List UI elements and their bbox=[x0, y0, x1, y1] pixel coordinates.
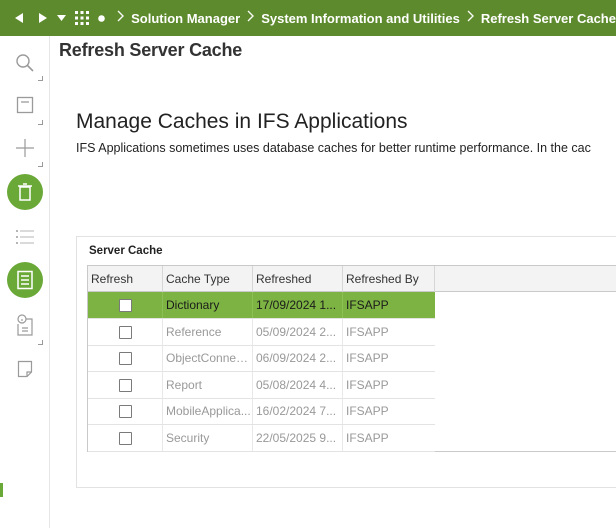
save-button[interactable] bbox=[6, 86, 44, 124]
refresh-cell bbox=[88, 345, 163, 371]
notes-button[interactable] bbox=[6, 350, 44, 388]
trash-icon bbox=[18, 183, 32, 201]
cache-type-cell[interactable]: ObjectConnec... bbox=[163, 345, 253, 371]
page-title: Refresh Server Cache bbox=[59, 40, 243, 60]
dot-icon[interactable] bbox=[94, 0, 110, 36]
cache-type-cell[interactable]: Reference bbox=[163, 318, 253, 345]
column-header-cache-type[interactable]: Cache Type bbox=[163, 266, 253, 292]
refresh-checkbox[interactable] bbox=[119, 299, 132, 312]
details-button[interactable] bbox=[7, 262, 43, 298]
refreshed-by-cell[interactable]: IFSAPP bbox=[343, 292, 435, 318]
plus-icon bbox=[16, 139, 34, 157]
arrow-left-icon[interactable] bbox=[6, 0, 32, 36]
server-cache-group: Server Cache Refresh Cache Type Refreshe… bbox=[76, 236, 616, 488]
note-icon bbox=[17, 360, 33, 378]
refreshed-by-cell[interactable]: IFSAPP bbox=[343, 372, 435, 398]
refreshed-cell[interactable]: 22/05/2025 9... bbox=[253, 424, 343, 451]
refresh-cell bbox=[88, 424, 163, 451]
refreshed-cell[interactable]: 05/08/2024 4... bbox=[253, 371, 343, 398]
chevron-right-icon bbox=[247, 9, 255, 27]
list-button[interactable] bbox=[6, 218, 44, 256]
refreshed-cell[interactable]: 06/09/2024 2... bbox=[253, 345, 343, 371]
breadcrumb-item-system-information[interactable]: System Information and Utilities bbox=[261, 11, 460, 26]
table-row[interactable]: MobileApplica... 16/02/2024 7... IFSAPP bbox=[88, 398, 435, 425]
refreshed-by-cell[interactable]: IFSAPP bbox=[343, 398, 435, 424]
refresh-checkbox[interactable] bbox=[119, 405, 132, 418]
refreshed-by-cell[interactable]: IFSAPP bbox=[343, 425, 435, 451]
refresh-checkbox[interactable] bbox=[119, 352, 132, 365]
active-indicator bbox=[0, 483, 3, 497]
cache-type-cell[interactable]: MobileApplica... bbox=[163, 398, 253, 424]
refreshed-cell[interactable]: 17/09/2024 1... bbox=[253, 292, 343, 318]
refresh-checkbox[interactable] bbox=[119, 378, 132, 392]
expand-corner bbox=[38, 120, 43, 125]
table-row[interactable]: Report 05/08/2024 4... IFSAPP bbox=[88, 371, 435, 399]
breadcrumb-item-refresh-server-cache[interactable]: Refresh Server Cache bbox=[481, 11, 616, 26]
refreshed-cell[interactable]: 16/02/2024 7... bbox=[253, 398, 343, 424]
column-header-refreshed[interactable]: Refreshed bbox=[253, 266, 343, 292]
refreshed-by-cell[interactable]: IFSAPP bbox=[343, 319, 435, 345]
delete-button[interactable] bbox=[7, 174, 43, 210]
search-icon bbox=[16, 54, 34, 72]
table-row[interactable]: Reference 05/09/2024 2... IFSAPP bbox=[88, 318, 435, 346]
arrow-right-icon[interactable] bbox=[32, 0, 54, 36]
info-button[interactable] bbox=[6, 306, 44, 344]
top-navigation-bar: Solution Manager System Information and … bbox=[0, 0, 616, 36]
cache-type-cell[interactable]: Report bbox=[163, 371, 253, 398]
refresh-cell bbox=[88, 292, 163, 318]
cache-type-cell[interactable]: Dictionary bbox=[163, 292, 253, 318]
refresh-checkbox[interactable] bbox=[119, 325, 132, 339]
list-icon bbox=[16, 230, 34, 244]
refresh-cell bbox=[88, 318, 163, 345]
table-row[interactable]: Dictionary 17/09/2024 1... IFSAPP bbox=[88, 292, 435, 319]
grid-icon[interactable] bbox=[70, 0, 94, 36]
section-heading: Manage Caches in IFS Applications bbox=[76, 110, 408, 133]
save-icon bbox=[16, 96, 34, 114]
chevron-down-icon[interactable] bbox=[54, 0, 70, 36]
refresh-checkbox[interactable] bbox=[119, 431, 132, 445]
refreshed-by-cell[interactable]: IFSAPP bbox=[343, 345, 435, 371]
table-row[interactable]: Security 22/05/2025 9... IFSAPP bbox=[88, 424, 435, 452]
app-window: Solution Manager System Information and … bbox=[0, 0, 616, 528]
table-row[interactable]: ObjectConnec... 06/09/2024 2... IFSAPP bbox=[88, 345, 435, 372]
command-toolbar bbox=[0, 36, 50, 528]
breadcrumb-item-solution-manager[interactable]: Solution Manager bbox=[131, 11, 240, 26]
chevron-right-icon bbox=[117, 9, 125, 27]
refresh-cell bbox=[88, 371, 163, 398]
refresh-cell bbox=[88, 398, 163, 424]
chevron-right-icon bbox=[467, 9, 474, 27]
column-header-refreshed-by[interactable]: Refreshed By bbox=[343, 266, 435, 292]
refreshed-cell[interactable]: 05/09/2024 2... bbox=[253, 318, 343, 345]
detail-list-icon bbox=[17, 270, 33, 290]
group-title: Server Cache bbox=[89, 245, 163, 257]
cache-type-cell[interactable]: Security bbox=[163, 424, 253, 451]
expand-corner bbox=[38, 162, 43, 167]
column-header-refresh[interactable]: Refresh bbox=[88, 266, 163, 292]
cache-table: Refresh Cache Type Refreshed Refreshed B… bbox=[87, 265, 616, 452]
description-text: IFS Applications sometimes uses database… bbox=[76, 141, 591, 155]
expand-corner bbox=[38, 76, 43, 81]
info-doc-icon bbox=[17, 314, 33, 336]
expand-corner bbox=[38, 340, 43, 345]
table-header: Refresh Cache Type Refreshed Refreshed B… bbox=[88, 266, 616, 292]
